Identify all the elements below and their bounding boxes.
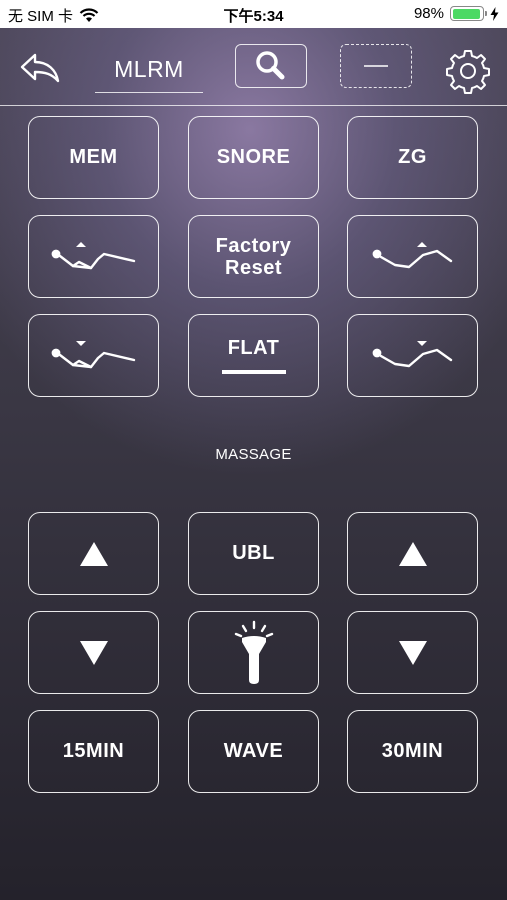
flat-icon: [221, 370, 286, 374]
wave-button[interactable]: WAVE: [188, 710, 319, 793]
triangle-down-icon: [398, 640, 427, 665]
battery-icon: [450, 6, 487, 21]
feet-up-button[interactable]: [347, 215, 478, 298]
back-arrow-icon: [20, 53, 60, 83]
charging-icon: [490, 6, 499, 21]
ubl-button[interactable]: UBL: [188, 512, 319, 595]
timer-30min-label: 30MIN: [381, 740, 444, 762]
head-down-icon: [51, 340, 135, 368]
feet-up-icon: [372, 241, 452, 268]
status-bar: 无 SIM 卡 下午5:34 98%: [0, 0, 507, 28]
back-button[interactable]: [18, 50, 62, 86]
wave-label: WAVE: [223, 740, 284, 762]
head-up-icon: [51, 241, 135, 269]
battery-percent: 98%: [413, 5, 444, 22]
timer-30min-button[interactable]: 30MIN: [347, 710, 478, 793]
massage-foot-down-button[interactable]: [347, 611, 478, 694]
triangle-up-icon: [79, 541, 108, 566]
toolbar-divider: [0, 105, 507, 106]
device-title-text: MLRM: [114, 56, 184, 82]
zg-button[interactable]: ZG: [347, 116, 478, 199]
head-up-button[interactable]: [28, 215, 159, 298]
scan-button[interactable]: [340, 44, 412, 88]
head-down-button[interactable]: [28, 314, 159, 397]
gear-icon: [446, 50, 490, 94]
feet-down-button[interactable]: [347, 314, 478, 397]
snore-label: SNORE: [216, 146, 291, 168]
battery-fill: [452, 8, 480, 19]
search-icon: [255, 50, 284, 79]
factory-reset-label-line1: Factory: [215, 234, 292, 257]
flashlight-icon: [234, 620, 273, 684]
ubl-label: UBL: [232, 542, 275, 564]
triangle-down-icon: [79, 640, 108, 665]
feet-down-icon: [372, 340, 452, 367]
flat-button[interactable]: FLAT: [188, 314, 319, 397]
massage-head-up-button[interactable]: [28, 512, 159, 595]
timer-15min-label: 15MIN: [62, 740, 125, 762]
flat-label: FLAT: [227, 337, 280, 359]
mem-button[interactable]: MEM: [28, 116, 159, 199]
massage-foot-up-button[interactable]: [347, 512, 478, 595]
light-button[interactable]: [188, 611, 319, 694]
mem-label: MEM: [69, 146, 118, 168]
scan-icon: [363, 64, 388, 67]
massage-section-label: MASSAGE: [215, 446, 292, 463]
zg-label: ZG: [398, 146, 427, 168]
massage-head-down-button[interactable]: [28, 611, 159, 694]
settings-button[interactable]: [445, 48, 491, 94]
snore-button[interactable]: SNORE: [188, 116, 319, 199]
device-title: MLRM: [95, 50, 203, 93]
search-button[interactable]: [235, 44, 307, 88]
factory-reset-button[interactable]: Factory Reset: [188, 215, 319, 298]
triangle-up-icon: [398, 541, 427, 566]
toolbar: MLRM: [0, 28, 507, 108]
factory-reset-label-line2: Reset: [225, 256, 282, 279]
timer-15min-button[interactable]: 15MIN: [28, 710, 159, 793]
